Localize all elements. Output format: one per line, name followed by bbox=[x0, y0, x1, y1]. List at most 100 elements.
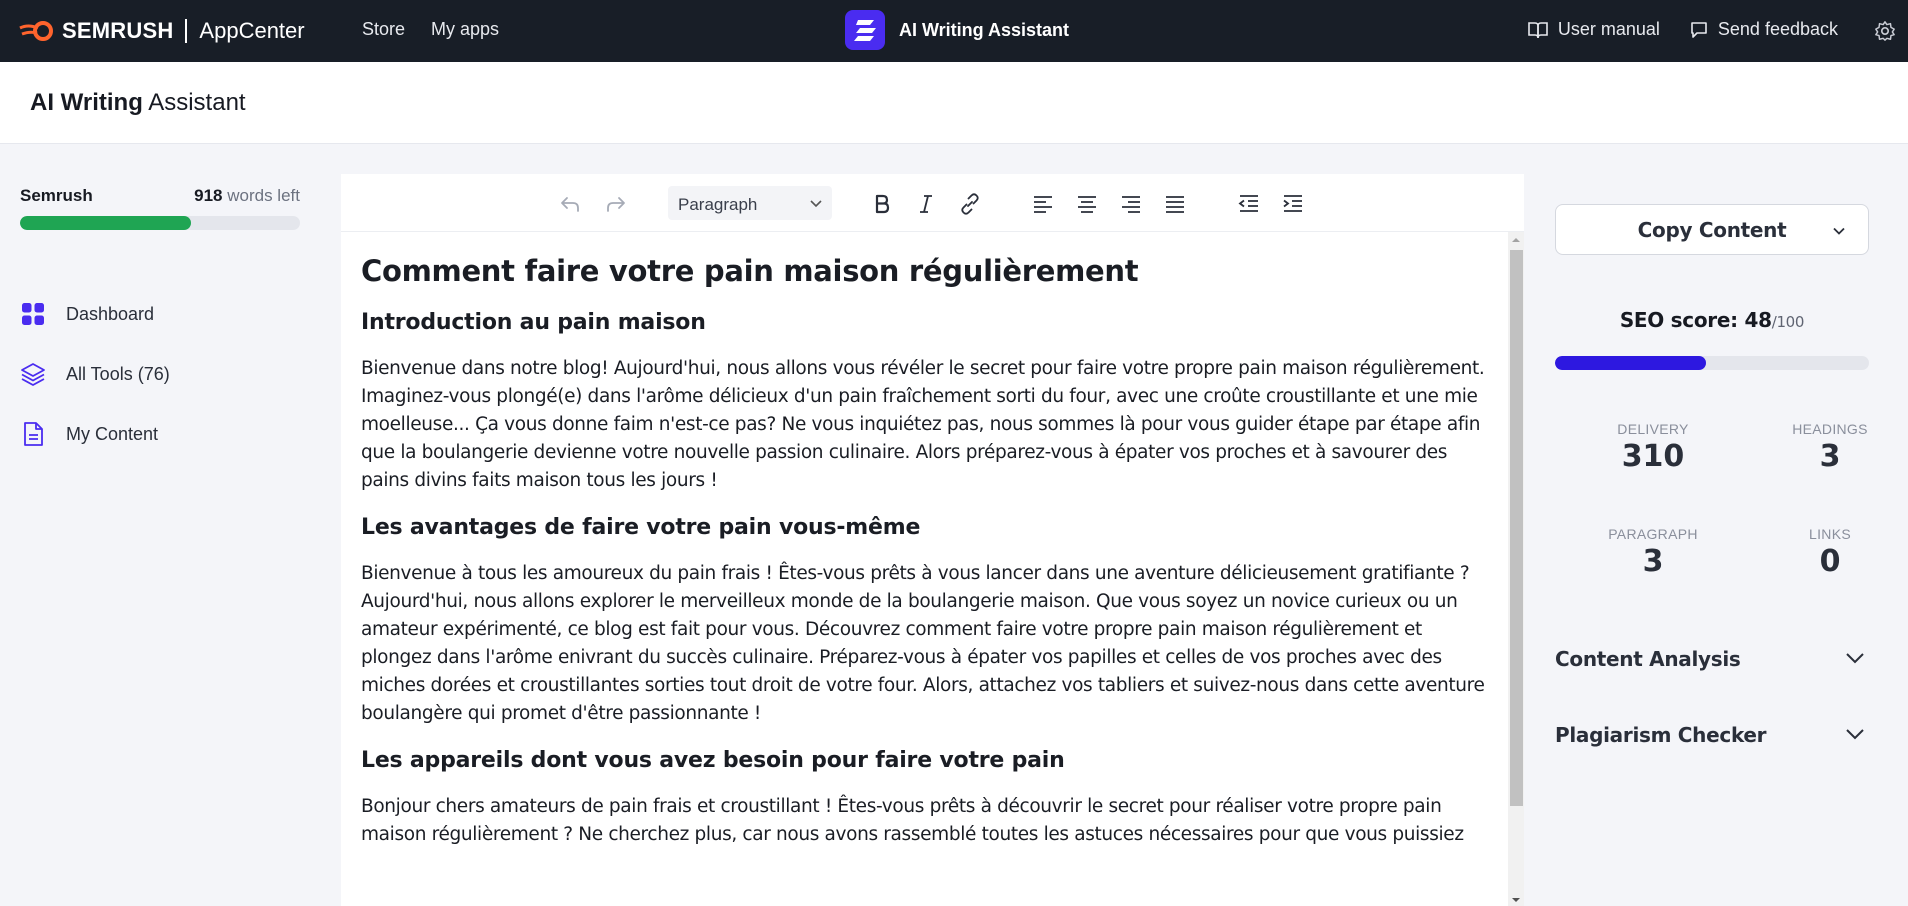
words-left-count: 918 bbox=[194, 186, 223, 205]
scroll-down-arrow-icon[interactable] bbox=[1512, 896, 1520, 904]
indent-button[interactable] bbox=[1280, 191, 1306, 217]
outdent-button[interactable] bbox=[1236, 191, 1262, 217]
layers-icon bbox=[21, 363, 45, 386]
page-title-rest: Assistant bbox=[142, 89, 246, 116]
top-right-links: User manual Send feedback bbox=[1528, 19, 1838, 40]
section-heading: Introduction au pain maison bbox=[361, 310, 706, 335]
sidebar: Semrush 918 words left Dashboard All Too… bbox=[0, 144, 320, 906]
words-progress-fill bbox=[20, 216, 191, 230]
stat-value: 3 bbox=[1819, 439, 1841, 474]
block-format-select[interactable]: Paragraph bbox=[668, 186, 832, 220]
link-button[interactable] bbox=[957, 191, 983, 217]
chat-icon bbox=[1691, 21, 1707, 38]
indent-icon bbox=[1283, 195, 1302, 212]
chevron-down-icon bbox=[1833, 227, 1845, 235]
page-title-bold: AI Writing bbox=[30, 89, 143, 116]
seo-score-label: SEO score: bbox=[1619, 308, 1745, 332]
document-icon bbox=[24, 422, 43, 446]
align-right-button[interactable] bbox=[1118, 191, 1144, 217]
nav-my-apps-link[interactable]: My apps bbox=[431, 19, 499, 40]
top-bar: SEMRUSH AppCenter Store My apps AI Writi… bbox=[0, 0, 1908, 62]
seo-progress-fill bbox=[1555, 356, 1706, 370]
word-quota: Semrush 918 words left bbox=[20, 186, 300, 230]
brand-separator bbox=[185, 19, 188, 43]
content-analysis-label: Content Analysis bbox=[1555, 647, 1741, 671]
seo-score-max: /100 bbox=[1771, 313, 1805, 331]
align-center-icon bbox=[1078, 196, 1096, 213]
stat-value: 3 bbox=[1642, 544, 1664, 579]
gear-icon[interactable] bbox=[1874, 20, 1896, 42]
italic-button[interactable] bbox=[913, 191, 939, 217]
undo-icon bbox=[561, 197, 579, 212]
seo-score: SEO score: 48/100 bbox=[1555, 308, 1869, 332]
align-center-button[interactable] bbox=[1074, 191, 1100, 217]
grid-icon bbox=[22, 303, 44, 325]
section-heading: Les appareils dont vous avez besoin pour… bbox=[361, 748, 1065, 773]
outdent-icon bbox=[1238, 195, 1258, 212]
italic-icon bbox=[920, 195, 932, 213]
current-app: AI Writing Assistant bbox=[845, 10, 1069, 50]
sidebar-item-label: Dashboard bbox=[66, 303, 155, 324]
sidebar-item-dashboard[interactable]: Dashboard bbox=[20, 284, 170, 344]
section-paragraph: Bienvenue dans notre blog! Aujourd'hui, … bbox=[361, 358, 1485, 491]
stat-value: 0 bbox=[1819, 544, 1841, 579]
scroll-up-arrow-icon[interactable] bbox=[1512, 236, 1520, 244]
chevron-down-icon bbox=[1846, 729, 1864, 740]
plan-name: Semrush bbox=[20, 186, 93, 205]
user-manual-link[interactable]: User manual bbox=[1528, 19, 1660, 40]
sidebar-item-all-tools[interactable]: All Tools (76) bbox=[20, 344, 170, 404]
seo-progress-bar bbox=[1555, 356, 1869, 370]
stat-delivery: DELIVERY 310 bbox=[1578, 421, 1728, 474]
section-paragraph: Bonjour chers amateurs de pain frais et … bbox=[361, 796, 1464, 845]
book-icon bbox=[1528, 21, 1548, 38]
semrush-logo[interactable]: SEMRUSH AppCenter bbox=[18, 16, 305, 46]
semrush-flame-icon bbox=[19, 21, 53, 41]
stat-label: LINKS bbox=[1809, 526, 1851, 542]
top-nav: Store My apps bbox=[362, 19, 499, 40]
user-manual-label: User manual bbox=[1557, 19, 1660, 39]
document-content[interactable]: Comment faire votre pain maison régulièr… bbox=[361, 246, 1491, 869]
stat-value: 310 bbox=[1621, 439, 1685, 474]
copy-content-label: Copy Content bbox=[1637, 217, 1787, 242]
section-paragraph: Bienvenue à tous les amoureux du pain fr… bbox=[361, 563, 1485, 724]
page-header: AI Writing Assistant bbox=[0, 62, 1908, 144]
redo-button[interactable] bbox=[603, 191, 629, 217]
brand-name: SEMRUSH bbox=[62, 18, 174, 43]
link-icon bbox=[961, 193, 979, 215]
editor-scrollbar[interactable] bbox=[1508, 232, 1524, 906]
align-left-button[interactable] bbox=[1030, 191, 1056, 217]
section-heading: Les avantages de faire votre pain vous-m… bbox=[361, 515, 921, 540]
bold-button[interactable] bbox=[869, 191, 895, 217]
page-title: AI Writing Assistant bbox=[30, 89, 246, 117]
plagiarism-checker-label: Plagiarism Checker bbox=[1555, 723, 1767, 747]
align-right-icon bbox=[1122, 196, 1140, 213]
app-title: AI Writing Assistant bbox=[899, 19, 1070, 40]
stat-headings: HEADINGS 3 bbox=[1755, 421, 1905, 474]
editor-toolbar: Paragraph bbox=[341, 174, 1524, 232]
block-format-value: Paragraph bbox=[678, 195, 758, 214]
sidebar-nav: Dashboard All Tools (76) My Content bbox=[20, 284, 170, 464]
sidebar-item-my-content[interactable]: My Content bbox=[20, 404, 170, 464]
words-progress-bar bbox=[20, 216, 300, 230]
align-justify-icon bbox=[1166, 196, 1184, 213]
send-feedback-label: Send feedback bbox=[1717, 19, 1838, 39]
editor: Paragraph Comment faire votre pain maiso… bbox=[341, 174, 1524, 906]
words-left-label: words left bbox=[222, 186, 300, 205]
send-feedback-link[interactable]: Send feedback bbox=[1690, 19, 1838, 40]
scrollbar-thumb[interactable] bbox=[1510, 250, 1523, 806]
stat-label: DELIVERY bbox=[1617, 421, 1689, 437]
content-analysis-accordion[interactable]: Content Analysis bbox=[1555, 639, 1869, 679]
undo-button[interactable] bbox=[557, 191, 583, 217]
chevron-down-icon bbox=[1846, 653, 1864, 664]
sidebar-item-label: All Tools (76) bbox=[66, 363, 170, 384]
bold-icon bbox=[875, 194, 890, 214]
stat-label: PARAGRAPH bbox=[1608, 526, 1698, 542]
nav-store-link[interactable]: Store bbox=[362, 19, 405, 40]
ai-writing-app-icon bbox=[845, 10, 885, 50]
stat-paragraph: PARAGRAPH 3 bbox=[1578, 526, 1728, 579]
chevron-down-icon bbox=[810, 200, 822, 208]
document-title: Comment faire votre pain maison régulièr… bbox=[361, 254, 1139, 288]
plagiarism-checker-accordion[interactable]: Plagiarism Checker bbox=[1555, 715, 1869, 755]
justify-button[interactable] bbox=[1162, 191, 1188, 217]
copy-content-button[interactable]: Copy Content bbox=[1555, 204, 1869, 255]
